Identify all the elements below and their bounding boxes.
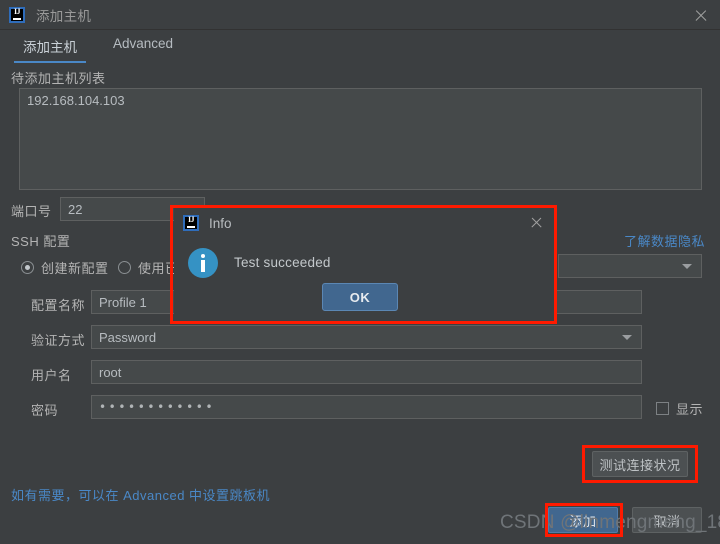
- password-masked-value: ••••••••••••: [99, 400, 216, 414]
- tab-add-host[interactable]: 添加主机: [14, 36, 86, 63]
- jump-server-hint[interactable]: 如有需要，可以在 Advanced 中设置跳板机: [11, 485, 270, 504]
- tab-bar: 添加主机 Advanced: [0, 36, 720, 64]
- info-dialog-title: Info: [209, 215, 232, 231]
- auth-method-value: Password: [99, 329, 157, 345]
- profile-name-label: 配置名称: [31, 298, 86, 313]
- show-password-label: 显示: [676, 402, 704, 417]
- auth-method-combo[interactable]: Password: [91, 325, 642, 349]
- radio-create-new-config-marker[interactable]: [21, 261, 34, 274]
- data-privacy-link[interactable]: 了解数据隐私: [624, 231, 705, 250]
- info-dialog-titlebar: Info: [174, 208, 555, 238]
- username-label: 用户名: [31, 368, 72, 383]
- intellij-idea-icon: [9, 6, 25, 23]
- intellij-idea-icon: [183, 215, 199, 231]
- info-dialog-message: Test succeeded: [234, 255, 331, 270]
- radio-create-new-config-label: 创建新配置: [41, 261, 109, 276]
- username-input[interactable]: root: [91, 360, 642, 384]
- info-dialog: Info Test succeeded OK: [174, 208, 555, 320]
- ssh-section-label: SSH 配置: [11, 234, 71, 249]
- watermark: CSDN @linmengmeng_1814: [500, 512, 720, 533]
- info-dialog-ok-button[interactable]: OK: [322, 283, 398, 311]
- radio-create-new-config[interactable]: 创建新配置: [21, 258, 109, 277]
- host-list-textarea[interactable]: 192.168.104.103: [19, 88, 702, 190]
- close-icon[interactable]: [690, 6, 712, 26]
- password-label: 密码: [31, 403, 59, 418]
- show-password-checkbox[interactable]: [656, 402, 669, 415]
- info-circle-icon: [188, 248, 218, 278]
- close-icon[interactable]: [527, 214, 547, 232]
- port-label: 端口号: [11, 204, 52, 219]
- radio-use-existing-config-marker[interactable]: [118, 261, 131, 274]
- radio-use-existing-config[interactable]: 使用已: [118, 258, 179, 277]
- titlebar: 添加主机: [0, 0, 720, 30]
- chevron-down-icon: [622, 334, 632, 340]
- add-host-dialog: 添加主机 添加主机 Advanced 待添加主机列表 192.168.104.1…: [0, 0, 720, 544]
- tab-advanced[interactable]: Advanced: [109, 36, 177, 58]
- test-connection-button[interactable]: 测试连接状况: [592, 451, 688, 477]
- password-input[interactable]: ••••••••••••: [91, 395, 642, 419]
- host-list-label: 待添加主机列表: [11, 71, 106, 86]
- existing-profile-combo[interactable]: [558, 254, 702, 278]
- auth-method-label: 验证方式: [31, 333, 86, 348]
- chevron-down-icon: [682, 263, 692, 269]
- window-title: 添加主机: [36, 8, 92, 24]
- radio-use-existing-config-label: 使用已: [138, 261, 179, 276]
- show-password-checkbox-row[interactable]: 显示: [656, 399, 703, 418]
